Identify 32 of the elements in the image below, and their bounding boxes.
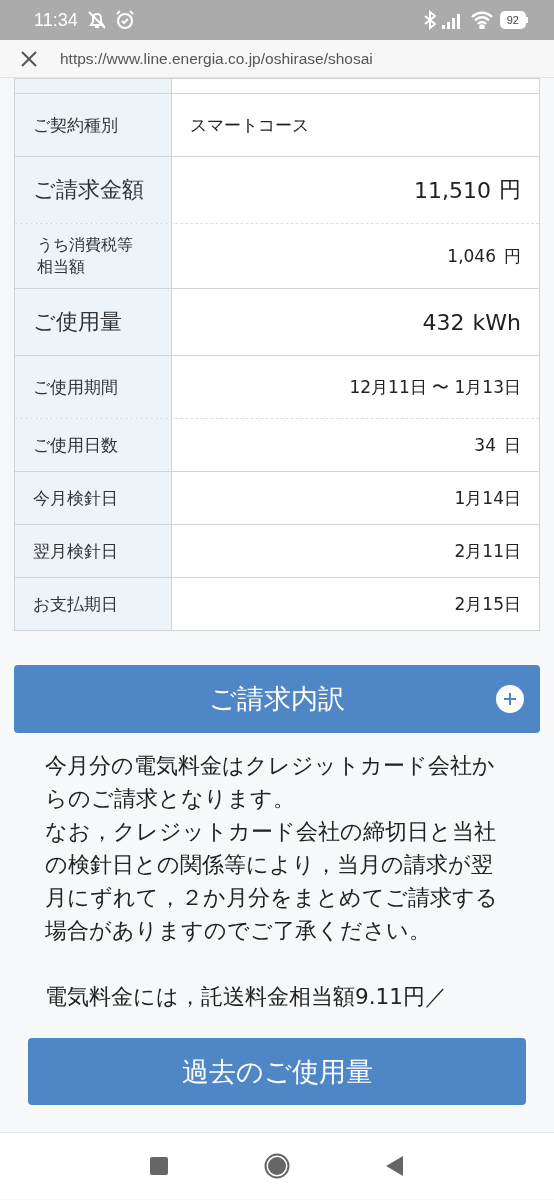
- close-icon[interactable]: [20, 49, 38, 68]
- wifi-icon: [469, 11, 494, 29]
- row-label: ご契約種別: [15, 94, 172, 156]
- row-value: 2月15日: [453, 592, 522, 616]
- row-value: スマートコース: [189, 113, 310, 137]
- usage-history-button[interactable]: 過去のご使用量: [28, 1038, 526, 1105]
- breakdown-toggle-button[interactable]: ご請求内訳: [14, 665, 540, 733]
- row-value: 34 日: [473, 433, 522, 457]
- home-icon[interactable]: [264, 1153, 290, 1179]
- notice-text: なお，クレジットカード会社の締切日と当社の検針日との関係等により，当月の請求が翌月にずれて，２か月分をまとめてご請求する場合がありますのでご了承ください。: [45, 818, 499, 945]
- row-label: ご請求金額: [15, 157, 172, 223]
- row-label: ご使用量: [15, 289, 172, 355]
- clock-time: 11:34: [34, 9, 78, 31]
- url-text: https://www.line.energia.co.jp/oshirase/shosai: [60, 49, 373, 68]
- row-value: 2月11日: [453, 539, 522, 563]
- row-value: 432 kWh: [421, 308, 522, 337]
- row-value: 11,510 円: [413, 176, 522, 205]
- notice-text: 今月分の電気料金はクレジットカード会社からのご請求となります。: [45, 752, 496, 813]
- bell-off-icon: [85, 9, 108, 31]
- row-value: 1,046 円: [446, 244, 522, 268]
- row-label: 今月検針日: [15, 472, 172, 524]
- row-label: うち消費税等相当額: [15, 224, 172, 288]
- bluetooth-icon: [423, 10, 436, 30]
- row-value: 1月14日: [453, 486, 522, 510]
- back-icon[interactable]: [386, 1156, 404, 1176]
- row-label: ご使用期間: [15, 356, 172, 418]
- row-label: ご使用日数: [15, 419, 172, 471]
- row-value: 12月11日 〜 1月13日: [348, 375, 522, 399]
- row-label: 翌月検針日: [15, 525, 172, 577]
- row-label: お支払期日: [15, 578, 172, 630]
- notice-text: 電気料金には，託送料金相当額9.11円／: [45, 983, 448, 1011]
- battery-icon: 92: [499, 11, 526, 29]
